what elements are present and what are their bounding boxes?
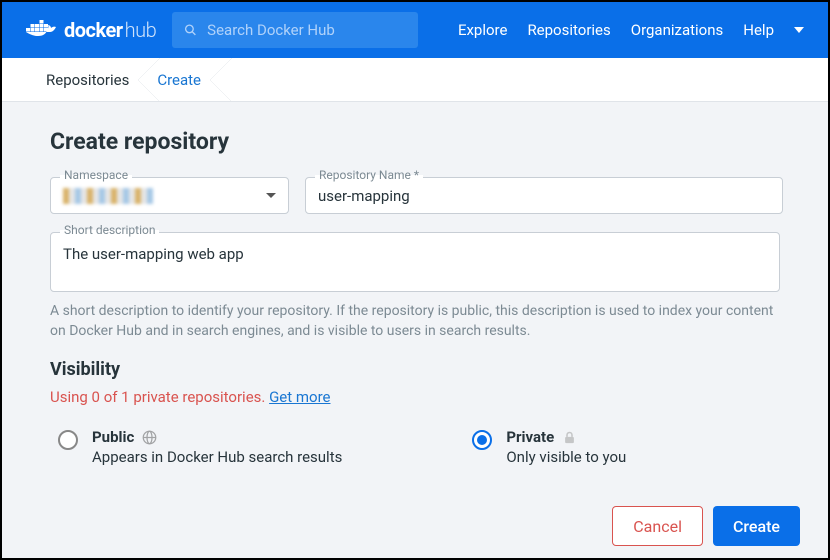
short-desc-input[interactable]: The user-mapping web app <box>63 245 767 267</box>
short-desc-helper: A short description to identify your rep… <box>50 302 780 341</box>
namespace-label: Namespace <box>60 168 132 182</box>
chevron-down-icon[interactable] <box>794 27 804 33</box>
namespace-select[interactable] <box>50 177 289 214</box>
radio-public[interactable] <box>58 430 78 450</box>
main-content: Create repository Namespace Repository N… <box>2 102 828 558</box>
quota-text: Using 0 of 1 private repositories. <box>50 388 269 406</box>
logo-text-light: hub <box>125 18 157 42</box>
nav-repositories[interactable]: Repositories <box>527 21 610 39</box>
private-title: Private <box>506 428 554 446</box>
repo-name-field: Repository Name * <box>305 177 783 214</box>
option-public[interactable]: Public Appears in Docker Hub search resu… <box>58 428 342 466</box>
namespace-value-redacted <box>63 188 153 204</box>
nav-help[interactable]: Help <box>743 21 774 39</box>
search-input[interactable] <box>207 21 406 39</box>
get-more-link[interactable]: Get more <box>269 388 330 406</box>
namespace-field: Namespace <box>50 177 289 214</box>
nav-organizations[interactable]: Organizations <box>631 21 724 39</box>
page-title: Create repository <box>50 128 780 155</box>
option-private[interactable]: Private Only visible to you <box>472 428 626 466</box>
public-sub: Appears in Docker Hub search results <box>92 448 342 466</box>
caret-down-icon <box>266 193 276 198</box>
nav-explore[interactable]: Explore <box>458 21 508 39</box>
globe-icon <box>142 430 157 445</box>
visibility-options: Public Appears in Docker Hub search resu… <box>50 428 780 466</box>
breadcrumb: Repositories Create <box>2 58 828 102</box>
top-bar: dockerhub Explore Repositories Organizat… <box>2 2 828 58</box>
logo[interactable]: dockerhub <box>26 18 156 42</box>
lock-icon <box>562 430 577 445</box>
visibility-quota: Using 0 of 1 private repositories. Get m… <box>50 388 780 406</box>
docker-whale-icon <box>26 19 56 41</box>
short-desc-field: Short description The user-mapping web a… <box>50 232 780 292</box>
radio-private[interactable] <box>472 430 492 450</box>
repo-name-label: Repository Name * <box>315 168 423 182</box>
private-sub: Only visible to you <box>506 448 626 466</box>
search-box[interactable] <box>172 12 418 48</box>
create-button[interactable]: Create <box>713 506 800 546</box>
short-desc-label: Short description <box>60 223 159 237</box>
crumb-create[interactable]: Create <box>149 58 221 101</box>
action-buttons: Cancel Create <box>612 506 800 546</box>
search-icon <box>184 22 197 38</box>
repo-name-input[interactable] <box>318 187 770 205</box>
cancel-button[interactable]: Cancel <box>612 506 703 546</box>
crumb-repositories[interactable]: Repositories <box>38 58 149 101</box>
public-title: Public <box>92 428 134 446</box>
visibility-heading: Visibility <box>50 359 780 380</box>
logo-text-bold: docker <box>64 18 123 42</box>
nav-links: Explore Repositories Organizations Help <box>458 21 804 39</box>
